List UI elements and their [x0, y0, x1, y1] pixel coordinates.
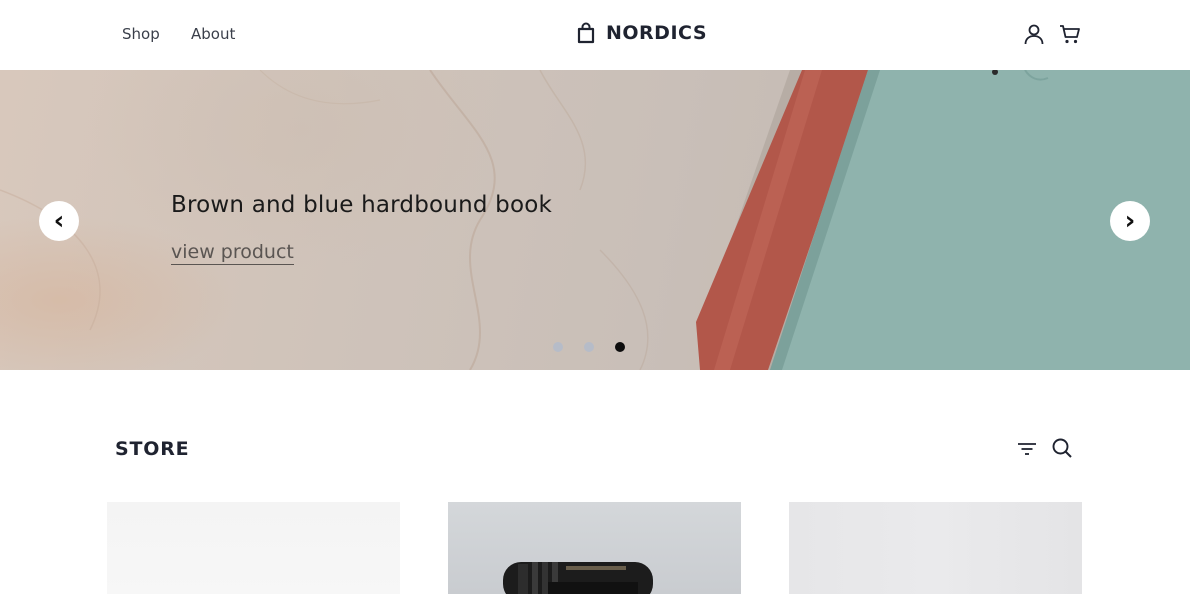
cart-icon[interactable]: [1058, 22, 1082, 46]
product-card-3[interactable]: [789, 502, 1082, 594]
hero-title: Brown and blue hardbound book: [171, 192, 553, 218]
brand-name: NORDICS: [606, 22, 708, 44]
nav-shop-link[interactable]: Shop: [122, 25, 160, 43]
search-icon[interactable]: [1050, 436, 1074, 460]
nav-about-link[interactable]: About: [191, 25, 235, 43]
chevron-left-icon: ‹: [53, 206, 65, 236]
slider-dot-3-active[interactable]: [615, 342, 625, 352]
slider-next-button[interactable]: ›: [1110, 201, 1150, 241]
book-image: [696, 70, 1190, 370]
chevron-right-icon: ›: [1124, 206, 1136, 236]
filter-icon[interactable]: [1015, 437, 1039, 461]
hero-slider: Brown and blue hardbound book view produ…: [0, 70, 1190, 370]
slider-prev-button[interactable]: ‹: [39, 201, 79, 241]
slider-dot-1[interactable]: [553, 342, 563, 352]
product-card-1[interactable]: [107, 502, 400, 594]
shopping-bag-icon: [577, 22, 595, 44]
camera-lens-image: [503, 562, 653, 594]
user-icon[interactable]: [1022, 22, 1046, 46]
slider-dot-2[interactable]: [584, 342, 594, 352]
site-header: Shop About NORDICS: [0, 0, 1190, 70]
product-card-2[interactable]: [448, 502, 741, 594]
store-heading: STORE: [115, 438, 190, 460]
view-product-link[interactable]: view product: [171, 241, 294, 265]
brand-logo[interactable]: NORDICS: [576, 22, 707, 44]
